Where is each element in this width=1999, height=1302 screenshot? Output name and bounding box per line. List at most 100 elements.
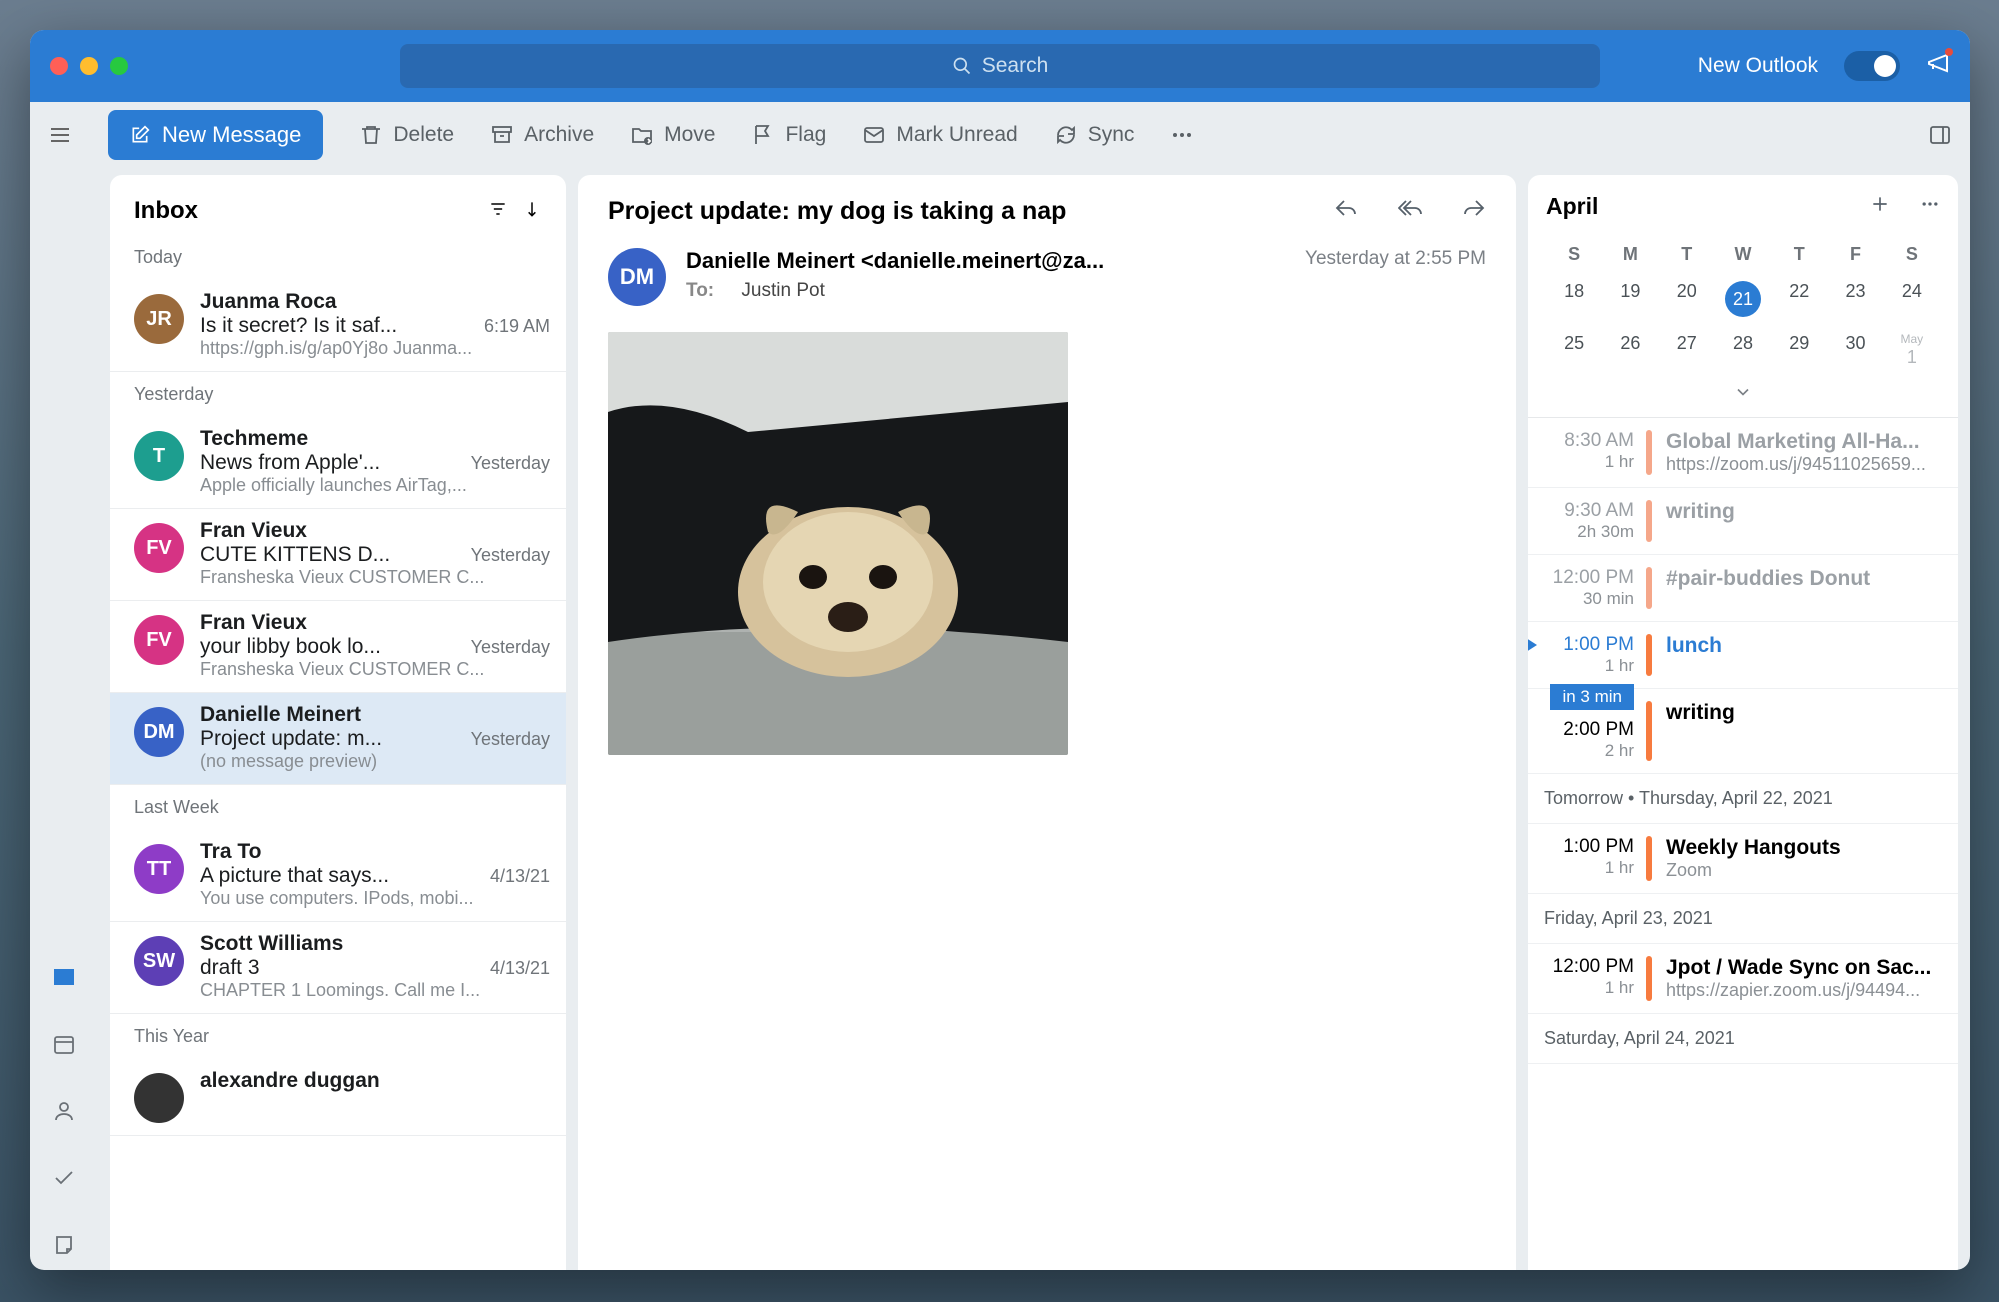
- message-row[interactable]: TTechmemeNews from Apple'...YesterdayApp…: [110, 417, 566, 509]
- delete-label: Delete: [393, 123, 454, 147]
- delete-button[interactable]: Delete: [359, 123, 454, 147]
- day-cell[interactable]: 23: [1827, 273, 1883, 325]
- day-cell[interactable]: 18: [1546, 273, 1602, 325]
- rail-notes-button[interactable]: [52, 1233, 76, 1262]
- event-duration: 30 min: [1528, 589, 1634, 609]
- message-date: Yesterday: [471, 637, 550, 658]
- event-title: Global Marketing All-Ha...: [1666, 430, 1942, 454]
- reply-all-icon: [1398, 197, 1422, 221]
- move-button[interactable]: Move: [630, 123, 715, 147]
- message-row[interactable]: FVFran Vieuxyour libby book lo...Yesterd…: [110, 601, 566, 693]
- close-window-button[interactable]: [50, 57, 68, 75]
- message-subject: draft 3: [200, 956, 480, 980]
- fullscreen-window-button[interactable]: [110, 57, 128, 75]
- day-cell[interactable]: 22: [1771, 273, 1827, 325]
- filter-button[interactable]: [488, 199, 508, 224]
- event-row[interactable]: 9:30 AM2h 30mwriting: [1528, 488, 1958, 555]
- agenda-list[interactable]: 8:30 AM1 hrGlobal Marketing All-Ha...htt…: [1528, 417, 1958, 1064]
- message-preview: Fransheska Vieux CUSTOMER C...: [200, 567, 550, 588]
- dow-cell: S: [1546, 236, 1602, 273]
- event-subtitle: https://zoom.us/j/94511025659...: [1666, 454, 1942, 475]
- sync-button[interactable]: Sync: [1054, 123, 1135, 147]
- message-row[interactable]: TTTra ToA picture that says...4/13/21You…: [110, 830, 566, 922]
- soon-badge: in 3 min: [1550, 684, 1634, 710]
- plus-icon: [1870, 194, 1890, 214]
- day-header: Friday, April 23, 2021: [1528, 894, 1958, 944]
- new-outlook-toggle[interactable]: [1844, 51, 1900, 81]
- message-row[interactable]: FVFran VieuxCUTE KITTENS D...YesterdayFr…: [110, 509, 566, 601]
- calendar-more-button[interactable]: [1920, 194, 1940, 219]
- day-cell[interactable]: May1: [1884, 325, 1940, 376]
- section-label: This Year: [110, 1014, 566, 1059]
- event-row[interactable]: 8:30 AM1 hr Global Marketing All-Ha...htt…: [1528, 418, 1958, 488]
- day-cell[interactable]: 28: [1715, 325, 1771, 376]
- current-indicator: [1528, 638, 1537, 652]
- message-row[interactable]: DMDanielle MeinertProject update: m...Ye…: [110, 693, 566, 785]
- day-cell[interactable]: 29: [1771, 325, 1827, 376]
- day-header: Tomorrow • Thursday, April 22, 2021: [1528, 774, 1958, 824]
- day-cell[interactable]: 21: [1715, 273, 1771, 325]
- rail-mail-button[interactable]: [52, 965, 76, 994]
- event-subtitle: Zoom: [1666, 860, 1942, 881]
- message-sender: Juanma Roca: [200, 290, 550, 314]
- event-color-bar: [1646, 430, 1652, 475]
- message-body-image: [608, 332, 1068, 755]
- more-button[interactable]: [1170, 123, 1194, 147]
- event-row[interactable]: 1:00 PM1 hrlunch: [1528, 622, 1958, 689]
- day-cell[interactable]: 26: [1602, 325, 1658, 376]
- archive-icon: [490, 123, 514, 147]
- event-row[interactable]: 12:00 PM1 hrJpot / Wade Sync on Sac...ht…: [1528, 944, 1958, 1014]
- forward-button[interactable]: [1462, 197, 1486, 226]
- hamburger-button[interactable]: [48, 123, 72, 147]
- calendar-expand-button[interactable]: [1546, 376, 1940, 417]
- event-row[interactable]: 1:00 PM1 hrWeekly HangoutsZoom: [1528, 824, 1958, 894]
- archive-button[interactable]: Archive: [490, 123, 594, 147]
- event-time: 8:30 AM: [1528, 430, 1634, 452]
- day-cell[interactable]: 30: [1827, 325, 1883, 376]
- mark-unread-button[interactable]: Mark Unread: [862, 123, 1017, 147]
- to-value: Justin Pot: [741, 280, 824, 301]
- event-color-bar: [1646, 836, 1652, 881]
- event-row[interactable]: 12:00 PM30 min#pair-buddies Donut: [1528, 555, 1958, 622]
- panel-toggle-button[interactable]: [1928, 123, 1952, 147]
- dow-cell: T: [1771, 236, 1827, 273]
- rail-people-button[interactable]: [52, 1099, 76, 1128]
- avatar: FV: [134, 523, 184, 573]
- day-cell[interactable]: 24: [1884, 273, 1940, 325]
- message-list[interactable]: TodayJRJuanma RocaIs it secret? Is it sa…: [110, 235, 566, 1270]
- flag-button[interactable]: Flag: [751, 123, 826, 147]
- day-cell[interactable]: 25: [1546, 325, 1602, 376]
- search-input[interactable]: Search: [400, 44, 1600, 88]
- message-row[interactable]: JRJuanma RocaIs it secret? Is it saf...6…: [110, 280, 566, 372]
- message-row[interactable]: alexandre duggan: [110, 1059, 566, 1136]
- chevron-down-icon: [1733, 382, 1753, 402]
- event-row[interactable]: in 3 min2:00 PM2 hrwriting: [1528, 689, 1958, 774]
- sort-button[interactable]: [522, 199, 542, 224]
- day-cell[interactable]: 27: [1659, 325, 1715, 376]
- section-label: Yesterday: [110, 372, 566, 417]
- dow-cell: W: [1715, 236, 1771, 273]
- event-color-bar: [1646, 500, 1652, 542]
- message-sender: Danielle Meinert: [200, 703, 550, 727]
- message-row[interactable]: SWScott Williamsdraft 34/13/21CHAPTER 1 …: [110, 922, 566, 1014]
- reply-all-button[interactable]: [1398, 197, 1422, 226]
- search-icon: [952, 56, 972, 76]
- add-event-button[interactable]: [1870, 194, 1890, 219]
- event-duration: 2 hr: [1528, 741, 1634, 761]
- minimize-window-button[interactable]: [80, 57, 98, 75]
- trash-icon: [359, 123, 383, 147]
- mini-calendar[interactable]: SMTWTFS18192021222324252627282930May1: [1546, 236, 1940, 376]
- reply-button[interactable]: [1334, 197, 1358, 226]
- day-cell[interactable]: 19: [1602, 273, 1658, 325]
- message-subject: your libby book lo...: [200, 635, 461, 659]
- feedback-button[interactable]: [1926, 51, 1950, 81]
- rail-tasks-button[interactable]: [52, 1166, 76, 1195]
- event-duration: 1 hr: [1528, 452, 1634, 472]
- new-message-button[interactable]: New Message: [108, 110, 323, 160]
- content-area: Inbox TodayJRJuanma RocaIs it secret? Is…: [30, 167, 1970, 1270]
- to-label: To:: [686, 280, 714, 301]
- event-duration: 1 hr: [1528, 978, 1634, 998]
- event-duration: 1 hr: [1528, 656, 1634, 676]
- day-cell[interactable]: 20: [1659, 273, 1715, 325]
- rail-calendar-button[interactable]: [52, 1032, 76, 1061]
